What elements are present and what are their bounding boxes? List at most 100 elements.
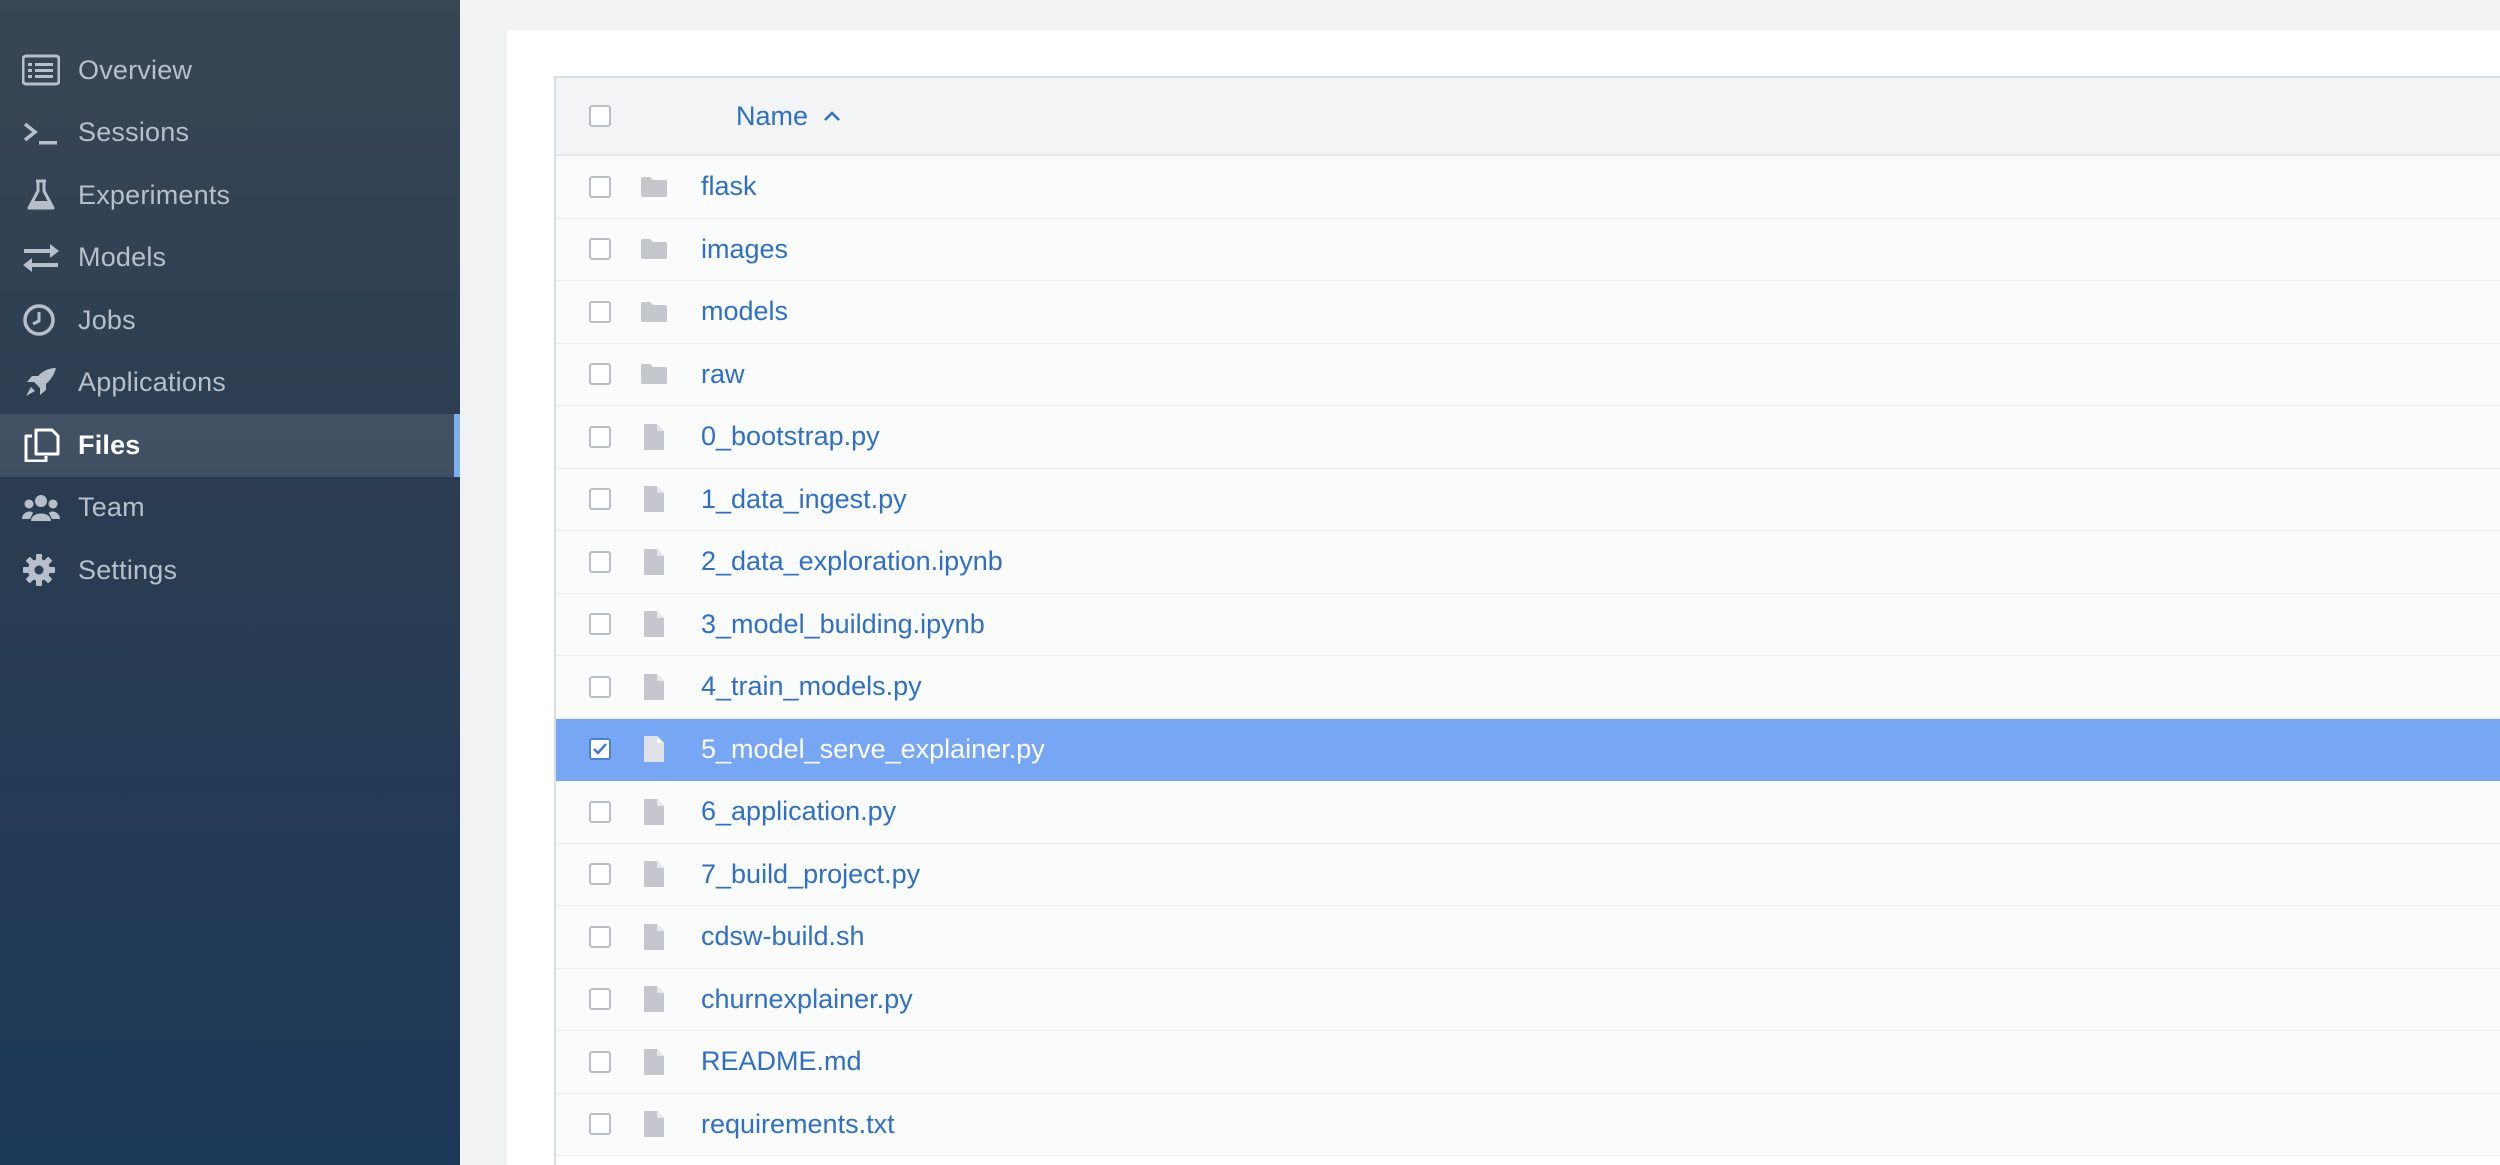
rocket-icon xyxy=(22,365,64,401)
row-checkbox[interactable] xyxy=(589,1113,611,1136)
sidebar-item-label: Team xyxy=(78,492,145,523)
arrows-icon xyxy=(22,240,64,276)
file-name-link[interactable]: 7_build_project.py xyxy=(701,859,920,890)
table-row[interactable]: 2_data_exploration.ipynb xyxy=(556,531,2500,594)
sidebar-item-settings[interactable]: Settings xyxy=(0,539,460,602)
row-checkbox[interactable] xyxy=(589,1050,611,1073)
row-checkbox[interactable] xyxy=(589,988,611,1011)
sidebar: Overview Sessions Experiments Models Job… xyxy=(0,0,460,1165)
file-name-link[interactable]: raw xyxy=(701,359,745,390)
table-row[interactable]: 7_build_project.py xyxy=(556,843,2500,906)
file-name-link[interactable]: 5_model_serve_explainer.py xyxy=(701,734,1045,765)
table-header: Name xyxy=(556,78,2500,156)
sidebar-item-sessions[interactable]: Sessions xyxy=(0,102,460,165)
file-name-link[interactable]: churnexplainer.py xyxy=(701,984,913,1015)
sidebar-item-label: Experiments xyxy=(78,179,231,210)
file-icon xyxy=(640,735,668,763)
row-checkbox[interactable] xyxy=(589,613,611,636)
table-row[interactable]: 6_application.py xyxy=(556,781,2500,844)
table-row[interactable]: 4_train_models.py xyxy=(556,656,2500,719)
table-row[interactable]: 3_model_building.ipynb xyxy=(556,593,2500,656)
sidebar-item-label: Models xyxy=(78,242,167,273)
table-row[interactable]: models xyxy=(556,281,2500,344)
file-icon xyxy=(640,923,668,951)
row-checkbox[interactable] xyxy=(589,925,611,948)
row-checkbox[interactable] xyxy=(589,488,611,511)
row-checkbox[interactable] xyxy=(589,238,611,261)
file-table: Name flask images models raw 0_bootstrap.py 1… xyxy=(554,76,2500,1165)
table-row[interactable]: requirements.txt xyxy=(556,1093,2500,1156)
select-all-checkbox[interactable] xyxy=(589,105,611,127)
file-name-link[interactable]: 3_model_building.ipynb xyxy=(701,609,985,640)
table-row[interactable]: 0_bootstrap.py xyxy=(556,406,2500,469)
row-checkbox[interactable] xyxy=(589,863,611,886)
files-icon xyxy=(22,427,64,463)
team-icon xyxy=(22,490,64,526)
folder-icon xyxy=(640,173,668,201)
row-checkbox[interactable] xyxy=(589,363,611,386)
file-icon xyxy=(640,673,668,701)
table-row[interactable]: 1_data_ingest.py xyxy=(556,468,2500,531)
file-icon xyxy=(640,610,668,638)
table-row[interactable]: README.md xyxy=(556,1031,2500,1094)
row-checkbox[interactable] xyxy=(589,175,611,198)
sidebar-item-label: Applications xyxy=(78,367,226,398)
name-column-header[interactable]: Name xyxy=(736,101,842,132)
row-checkbox[interactable] xyxy=(589,425,611,448)
row-checkbox[interactable] xyxy=(589,675,611,698)
file-name-link[interactable]: 0_bootstrap.py xyxy=(701,421,880,452)
row-checkbox[interactable] xyxy=(589,800,611,823)
sidebar-item-applications[interactable]: Applications xyxy=(0,352,460,415)
sidebar-item-label: Sessions xyxy=(78,117,190,148)
file-icon xyxy=(640,798,668,826)
row-checkbox[interactable] xyxy=(589,550,611,573)
main-panel: Name flask images models raw 0_bootstrap.py 1… xyxy=(507,30,2500,1165)
flask-icon xyxy=(22,177,64,213)
file-name-link[interactable]: README.md xyxy=(701,1046,862,1077)
sidebar-item-label: Jobs xyxy=(78,304,136,335)
file-name-link[interactable]: 6_application.py xyxy=(701,796,896,827)
sidebar-item-label: Files xyxy=(78,429,141,460)
file-icon xyxy=(640,860,668,888)
file-icon xyxy=(640,485,668,513)
file-name-link[interactable]: flask xyxy=(701,171,757,202)
file-name-link[interactable]: 4_train_models.py xyxy=(701,671,922,702)
gear-icon xyxy=(22,552,64,588)
sidebar-item-jobs[interactable]: Jobs xyxy=(0,289,460,352)
file-icon xyxy=(640,1110,668,1138)
folder-icon xyxy=(640,298,668,326)
sidebar-item-experiments[interactable]: Experiments xyxy=(0,164,460,227)
row-checkbox[interactable] xyxy=(589,738,611,761)
file-name-link[interactable]: models xyxy=(701,296,788,327)
table-row[interactable]: cdsw-build.sh xyxy=(556,906,2500,969)
table-row[interactable]: churnexplainer.py xyxy=(556,968,2500,1031)
table-row[interactable]: raw xyxy=(556,343,2500,406)
table-row[interactable]: 5_model_serve_explainer.py xyxy=(556,718,2500,781)
file-name-link[interactable]: requirements.txt xyxy=(701,1109,895,1140)
sidebar-item-team[interactable]: Team xyxy=(0,477,460,540)
table-row[interactable]: images xyxy=(556,218,2500,281)
file-name-link[interactable]: 2_data_exploration.ipynb xyxy=(701,546,1003,577)
list-icon xyxy=(22,52,64,88)
table-row[interactable]: flask xyxy=(556,156,2500,219)
sidebar-nav: Overview Sessions Experiments Models Job… xyxy=(0,39,460,602)
file-name-link[interactable]: 1_data_ingest.py xyxy=(701,484,907,515)
name-column-label: Name xyxy=(736,100,809,131)
sidebar-item-label: Settings xyxy=(78,554,178,585)
file-name-link[interactable]: images xyxy=(701,234,788,265)
terminal-icon xyxy=(22,115,64,151)
row-checkbox[interactable] xyxy=(589,300,611,323)
file-icon xyxy=(640,548,668,576)
sidebar-item-models[interactable]: Models xyxy=(0,227,460,290)
folder-icon xyxy=(640,235,668,263)
table-body: flask images models raw 0_bootstrap.py 1_data… xyxy=(556,156,2500,1156)
file-icon xyxy=(640,1048,668,1076)
sidebar-item-label: Overview xyxy=(78,54,193,85)
sidebar-item-overview[interactable]: Overview xyxy=(0,39,460,102)
sidebar-item-files[interactable]: Files xyxy=(0,414,460,477)
file-icon xyxy=(640,985,668,1013)
clock-icon xyxy=(22,302,64,338)
sort-ascending-icon xyxy=(824,111,840,121)
folder-icon xyxy=(640,360,668,388)
file-name-link[interactable]: cdsw-build.sh xyxy=(701,921,865,952)
